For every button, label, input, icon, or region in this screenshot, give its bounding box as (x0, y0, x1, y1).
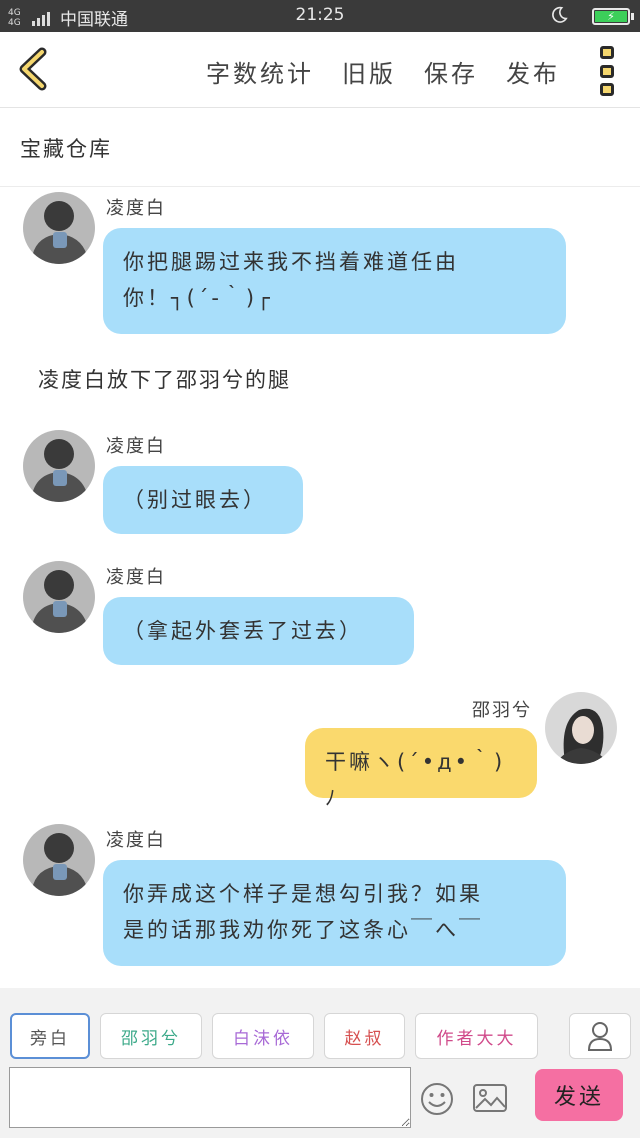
top-bar: 字数统计 旧版 保存 发布 (0, 32, 640, 108)
user-icon (587, 1022, 613, 1051)
old-version-button[interactable]: 旧版 (342, 54, 396, 89)
avatar-ling-dubai[interactable] (23, 430, 95, 502)
message-bubble[interactable]: 你把腿踢过来我不挡着难道任由 你！┐(´-｀)┌ (103, 228, 566, 334)
message-line: 干嘛ヽ(´•д•｀)ﾉ (325, 750, 506, 810)
message-line: 是的话那我劝你死了这条心￣へ￣ (123, 918, 483, 942)
message-line: 你弄成这个样子是想勾引我？如果 (123, 882, 483, 906)
send-button[interactable]: 发送 (535, 1069, 623, 1121)
message-line: 你把腿踢过来我不挡着难道任由 (123, 250, 459, 274)
narration-text[interactable]: 凌度白放下了邵羽兮的腿 (38, 364, 291, 394)
message-bubble[interactable]: （别过眼去） (103, 466, 303, 534)
message-input[interactable] (9, 1067, 411, 1128)
role-chip-author[interactable]: 作者大大 (415, 1013, 538, 1059)
role-chip-bai-moyi[interactable]: 白沫依 (212, 1013, 314, 1059)
sender-name: 凌度白 (106, 198, 166, 219)
message-line: （拿起外套丢了过去） (123, 619, 363, 643)
story-title: 宝藏仓库 (20, 137, 112, 161)
clock: 21:25 (295, 5, 345, 25)
save-button[interactable]: 保存 (424, 54, 478, 89)
more-menu-icon[interactable] (600, 46, 614, 96)
role-chip-shao-yuxi[interactable]: 邵羽兮 (100, 1013, 202, 1059)
sender-name: 凌度白 (106, 567, 166, 588)
avatar-shao-yuxi[interactable] (545, 692, 617, 764)
sender-name: 凌度白 (106, 436, 166, 457)
message-bubble[interactable]: 干嘛ヽ(´•д•｀)ﾉ (305, 728, 537, 810)
image-icon[interactable] (472, 1083, 508, 1113)
message-bubble[interactable]: （拿起外套丢了过去） (103, 597, 414, 665)
avatar-ling-dubai[interactable] (23, 824, 95, 896)
message-bubble[interactable]: 你弄成这个样子是想勾引我？如果 是的话那我劝你死了这条心￣へ￣ (103, 860, 566, 966)
avatar-ling-dubai[interactable] (23, 192, 95, 264)
role-selector: 旁白 邵羽兮 白沫依 赵叔 作者大大 (10, 1013, 538, 1059)
emoji-icon[interactable] (420, 1082, 454, 1116)
sender-name: 邵羽兮 (472, 700, 532, 721)
toolbar-actions: 字数统计 旧版 保存 发布 (206, 54, 560, 89)
sender-name: 凌度白 (106, 830, 166, 851)
role-chip-narrator[interactable]: 旁白 (10, 1013, 90, 1059)
moon-icon (552, 6, 568, 23)
story-title-row[interactable]: 宝藏仓库 (0, 109, 640, 187)
message-line: （别过眼去） (123, 488, 267, 512)
role-chip-zhao-shu[interactable]: 赵叔 (324, 1013, 405, 1059)
status-bar: 4G 4G 中国联通 21:25 ⚡ (0, 0, 640, 32)
battery-icon: ⚡ (592, 8, 634, 25)
avatar-ling-dubai[interactable] (23, 561, 95, 633)
chat-area[interactable]: 凌度白 你把腿踢过来我不挡着难道任由 你！┐(´-｀)┌ 凌度白放下了邵羽兮的腿… (0, 188, 640, 988)
manage-roles-button[interactable] (569, 1013, 631, 1059)
message-line: 你！┐(´-｀)┌ (123, 286, 273, 310)
back-arrow-icon[interactable] (12, 46, 58, 92)
publish-button[interactable]: 发布 (506, 54, 560, 89)
word-count-button[interactable]: 字数统计 (206, 54, 314, 89)
composer: 旁白 邵羽兮 白沫依 赵叔 作者大大 发送 (0, 988, 640, 1138)
